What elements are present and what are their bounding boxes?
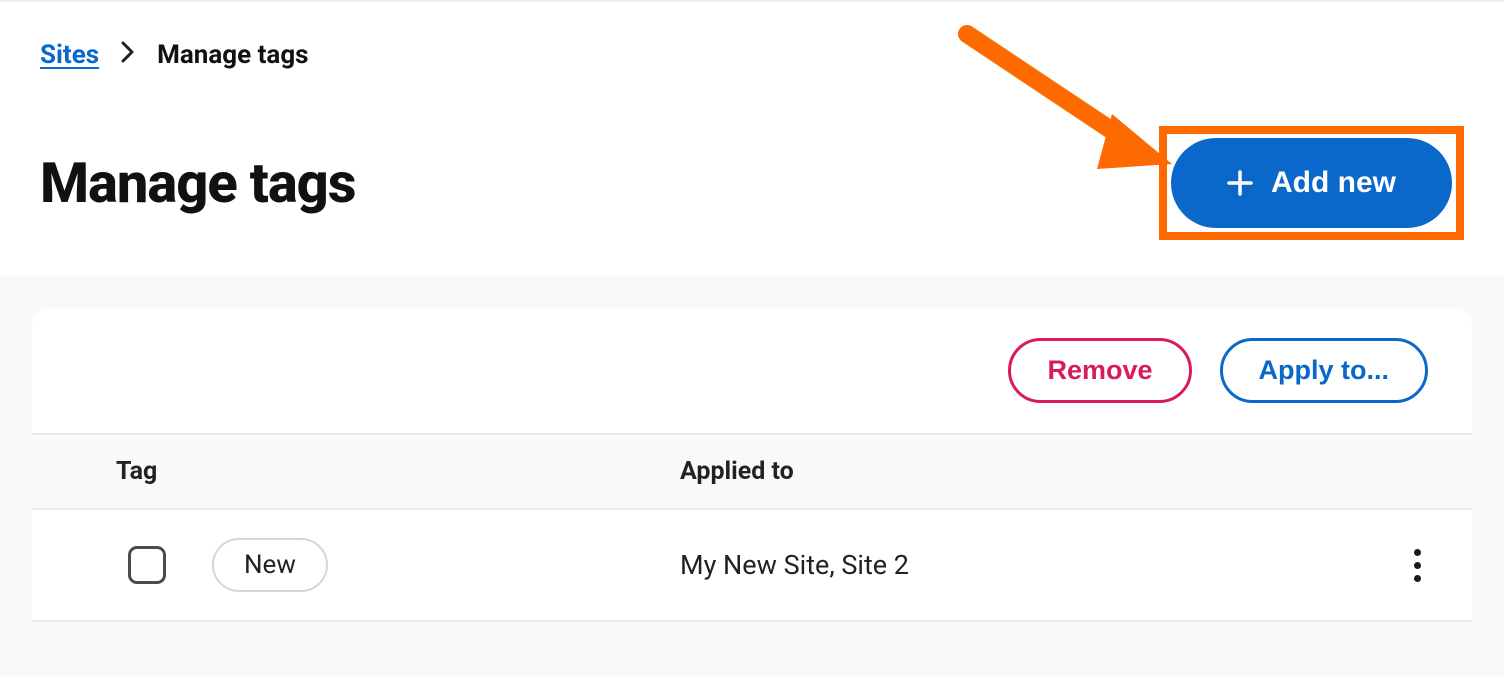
breadcrumb-sites-link[interactable]: Sites [40, 40, 99, 70]
tag-chip[interactable]: New [212, 538, 328, 592]
header-area: Sites Manage tags Manage tags [0, 2, 1504, 276]
cell-applied-to: My New Site, Site 2 [652, 549, 1362, 581]
add-new-label: Add new [1271, 166, 1396, 200]
add-new-button[interactable]: Add new [1171, 138, 1452, 228]
cell-actions [1362, 541, 1472, 590]
tags-card: Remove Apply to... Tag Applied to New My… [32, 308, 1472, 622]
chevron-right-icon [121, 41, 135, 69]
row-menu-button[interactable] [1406, 541, 1429, 590]
table-row: New My New Site, Site 2 [32, 510, 1472, 622]
apply-to-button[interactable]: Apply to... [1220, 338, 1429, 403]
row-checkbox[interactable] [128, 546, 166, 584]
table-header: Tag Applied to [32, 433, 1472, 510]
page-title: Manage tags [40, 150, 356, 216]
content-area: Remove Apply to... Tag Applied to New My… [0, 276, 1504, 676]
title-row: Manage tags [40, 126, 1464, 240]
actions-bar: Remove Apply to... [32, 308, 1472, 433]
breadcrumb: Sites Manage tags [40, 40, 1464, 70]
plus-icon [1227, 170, 1253, 196]
add-new-highlight-box: Add new [1159, 126, 1464, 240]
column-header-applied-to: Applied to [652, 457, 1362, 486]
kebab-icon [1414, 549, 1421, 556]
kebab-icon [1414, 562, 1421, 569]
breadcrumb-current: Manage tags [157, 40, 308, 70]
column-header-tag: Tag [32, 457, 652, 486]
tags-table: Tag Applied to New My New Site, Site 2 [32, 433, 1472, 622]
annotation-arrow-icon [937, 4, 1187, 208]
remove-button[interactable]: Remove [1008, 338, 1191, 403]
cell-tag: New [32, 538, 652, 592]
kebab-icon [1414, 575, 1421, 582]
column-header-actions [1362, 457, 1472, 486]
